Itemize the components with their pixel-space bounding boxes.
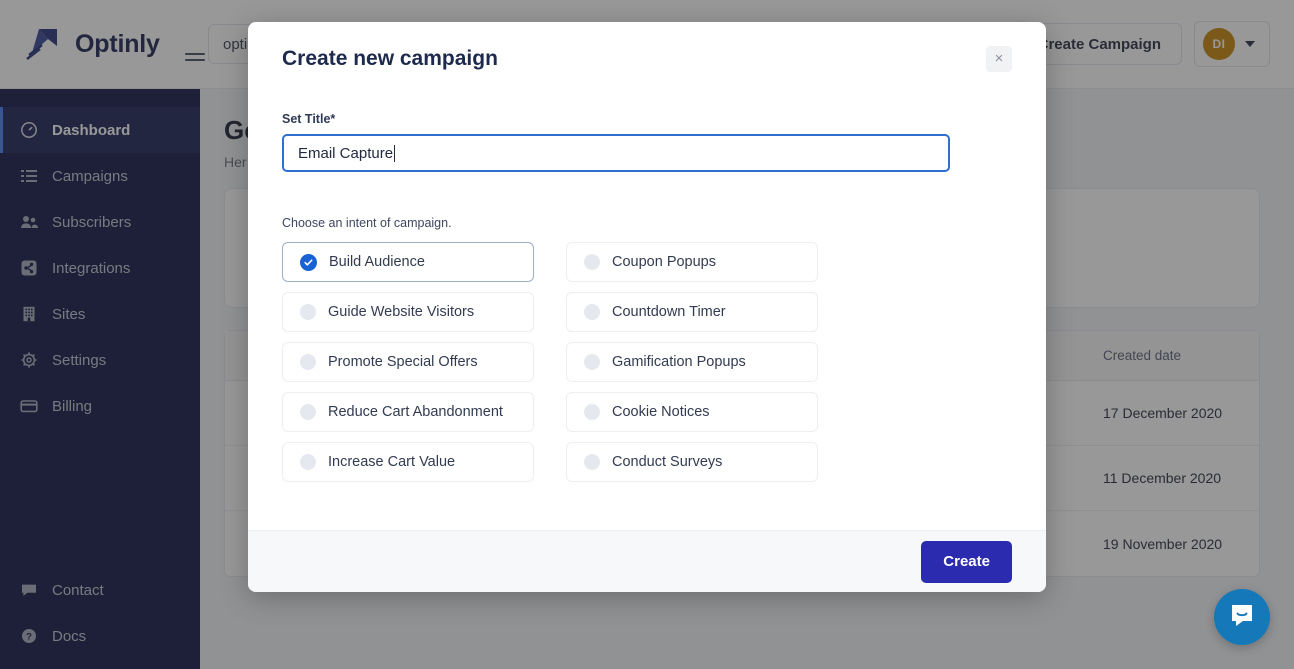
modal-body: Set Title* Email Capture Choose an inten… <box>248 96 1046 530</box>
radio-unchecked-icon <box>300 304 316 320</box>
close-icon[interactable]: × <box>986 46 1012 72</box>
intent-option-reduce-cart-abandonment[interactable]: Reduce Cart Abandonment <box>282 392 534 432</box>
intent-option-label: Gamification Popups <box>612 354 746 370</box>
intent-options-grid: Build Audience Coupon Popups Guide Websi… <box>282 242 1012 482</box>
campaign-title-value: Email Capture <box>298 144 394 162</box>
campaign-title-input[interactable]: Email Capture <box>282 134 950 172</box>
intent-option-guide-website-visitors[interactable]: Guide Website Visitors <box>282 292 534 332</box>
intent-option-label: Cookie Notices <box>612 404 710 420</box>
intent-option-label: Increase Cart Value <box>328 454 456 470</box>
radio-unchecked-icon <box>300 454 316 470</box>
modal-header: Create new campaign × <box>248 22 1046 96</box>
intent-option-label: Promote Special Offers <box>328 354 478 370</box>
intent-option-increase-cart-value[interactable]: Increase Cart Value <box>282 442 534 482</box>
intent-option-label: Coupon Popups <box>612 254 716 270</box>
intent-option-coupon-popups[interactable]: Coupon Popups <box>566 242 818 282</box>
radio-unchecked-icon <box>584 404 600 420</box>
create-campaign-modal: Create new campaign × Set Title* Email C… <box>248 22 1046 592</box>
intent-instruction: Choose an intent of campaign. <box>282 216 452 230</box>
radio-unchecked-icon <box>584 354 600 370</box>
radio-unchecked-icon <box>300 404 316 420</box>
intent-option-promote-special-offers[interactable]: Promote Special Offers <box>282 342 534 382</box>
radio-unchecked-icon <box>584 454 600 470</box>
create-button[interactable]: Create <box>921 540 1012 583</box>
set-title-label: Set Title* <box>282 112 336 126</box>
intent-option-gamification-popups[interactable]: Gamification Popups <box>566 342 818 382</box>
chat-bubble-icon <box>1228 601 1256 634</box>
intent-option-cookie-notices[interactable]: Cookie Notices <box>566 392 818 432</box>
chat-launcher-button[interactable] <box>1214 589 1270 645</box>
modal-footer: Create <box>248 530 1046 592</box>
intent-option-conduct-surveys[interactable]: Conduct Surveys <box>566 442 818 482</box>
intent-option-label: Reduce Cart Abandonment <box>328 404 503 420</box>
intent-option-label: Build Audience <box>329 254 425 270</box>
intent-option-build-audience[interactable]: Build Audience <box>282 242 534 282</box>
radio-checked-icon <box>300 253 317 271</box>
intent-option-label: Countdown Timer <box>612 304 726 320</box>
intent-option-label: Guide Website Visitors <box>328 304 475 320</box>
intent-option-label: Conduct Surveys <box>612 454 723 470</box>
radio-unchecked-icon <box>300 354 316 370</box>
intent-option-countdown-timer[interactable]: Countdown Timer <box>566 292 818 332</box>
text-cursor <box>394 144 396 162</box>
modal-title: Create new campaign <box>282 47 498 70</box>
radio-unchecked-icon <box>584 254 600 270</box>
radio-unchecked-icon <box>584 304 600 320</box>
